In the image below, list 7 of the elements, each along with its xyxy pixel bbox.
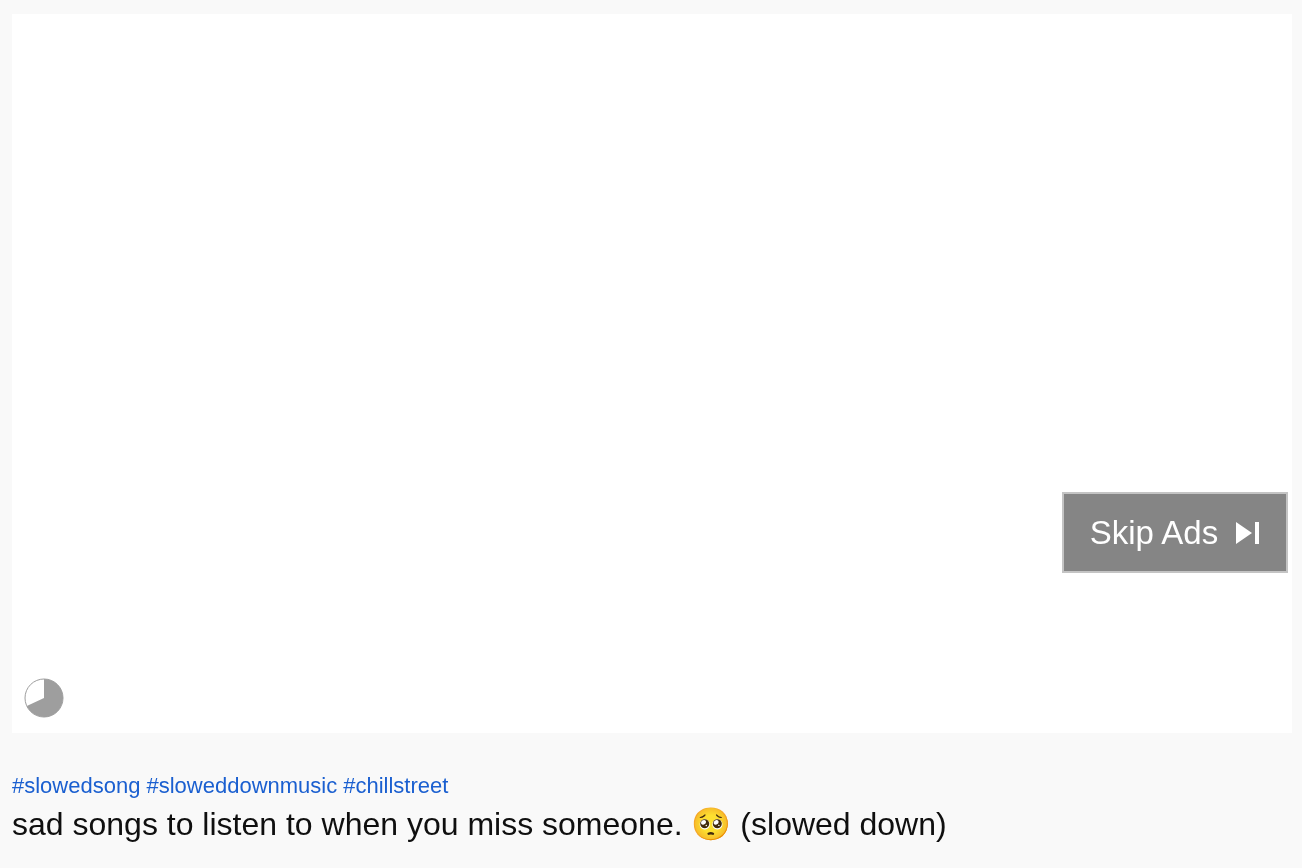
video-title: sad songs to listen to when you miss someone. 🥺 (slowed down) [12, 805, 948, 843]
skip-next-icon [1234, 519, 1261, 546]
skip-ads-button[interactable]: Skip Ads [1062, 492, 1288, 573]
hashtag-link[interactable]: #chillstreet [343, 773, 449, 799]
hashtag-link[interactable]: #slowedsong [12, 773, 141, 799]
ad-progress-pie [24, 678, 64, 718]
hashtag-link[interactable]: #sloweddownmusic [146, 773, 338, 799]
